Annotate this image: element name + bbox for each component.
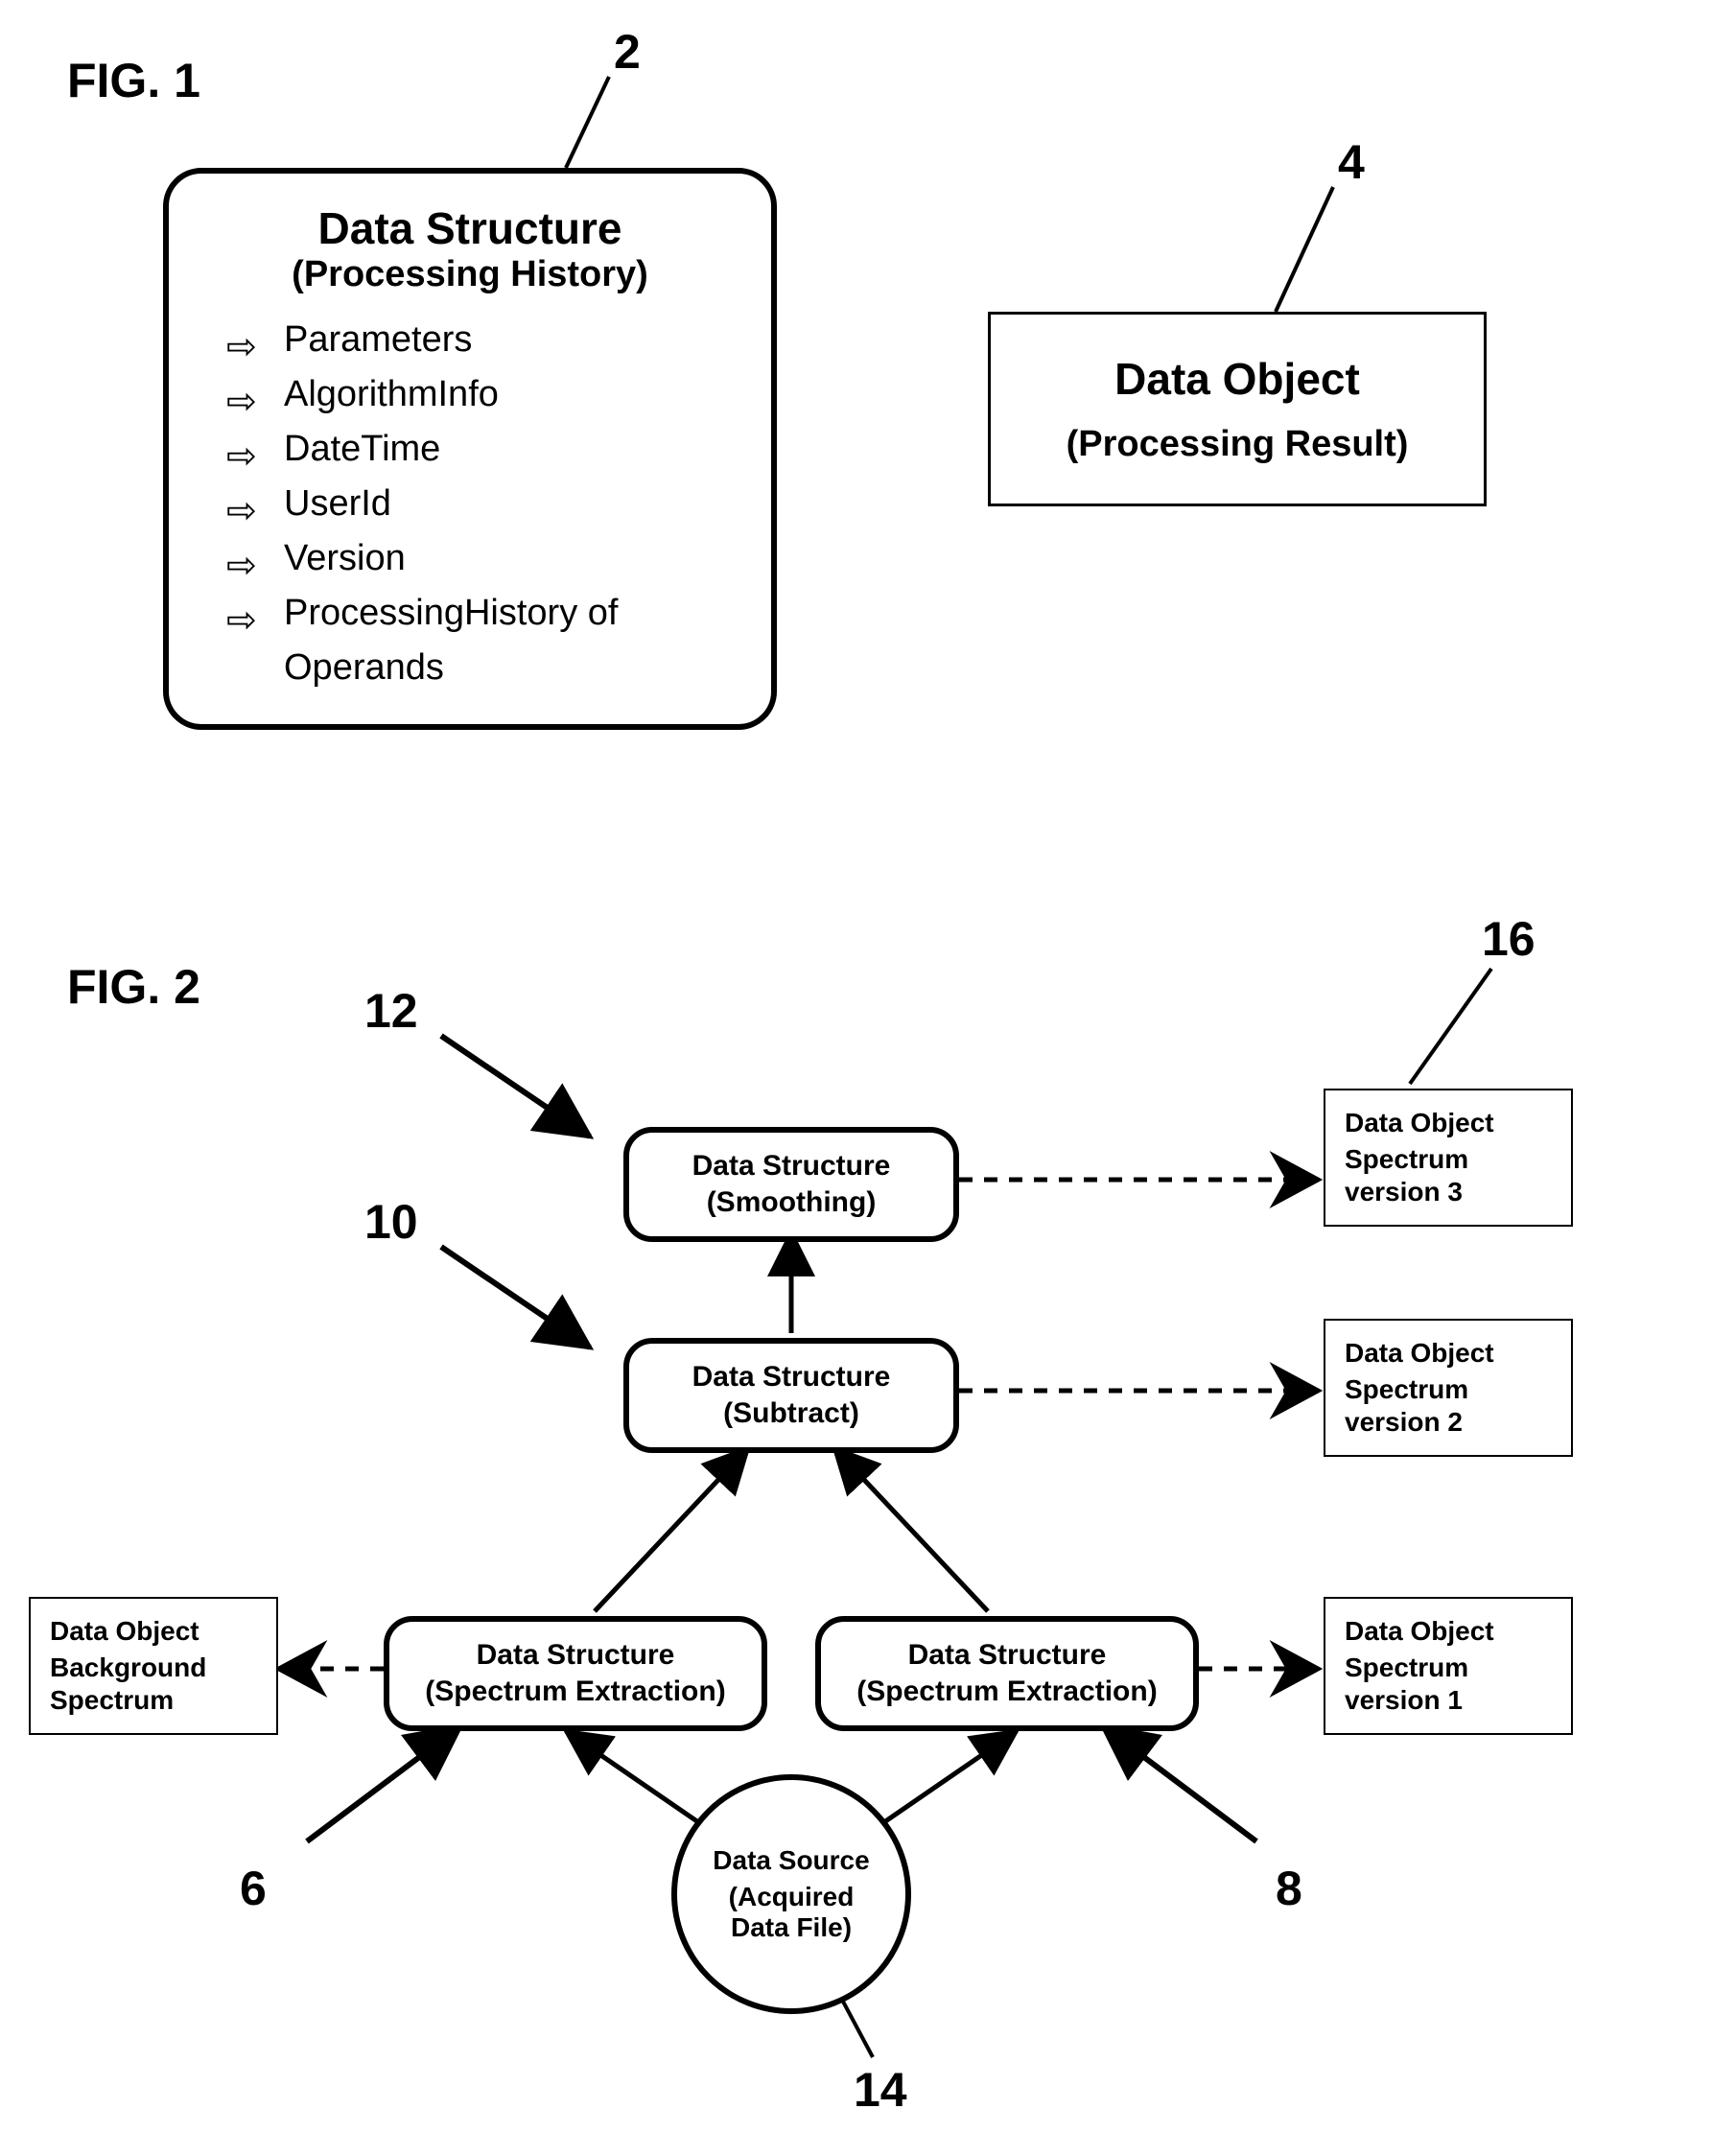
node-object-background: Data Object Background Spectrum	[29, 1597, 278, 1735]
node-object-v1: Data Object Spectrum version 1	[1324, 1597, 1573, 1735]
ref-16: 16	[1482, 911, 1536, 967]
node-data-source: Data Source (Acquired Data File)	[671, 1774, 911, 2014]
node-title: Data Structure	[648, 1150, 934, 1183]
list-item: ⇨ProcessingHistory of Operands	[226, 586, 733, 695]
node-title: Data Source	[713, 1845, 869, 1876]
data-object-box: Data Object (Processing Result)	[988, 312, 1487, 506]
obj-title: Data Object	[1345, 1616, 1552, 1647]
ref-8: 8	[1276, 1861, 1302, 1916]
obj-line3: version 2	[1345, 1407, 1552, 1438]
node-subtitle: (Smoothing)	[648, 1186, 934, 1219]
node-extract-left: Data Structure (Spectrum Extraction)	[384, 1616, 767, 1731]
page: FIG. 1 2 4 Data Structure (Processing Hi…	[0, 0, 1735, 2156]
node-subtitle-line2: Data File)	[731, 1912, 852, 1943]
node-subtitle: (Spectrum Extraction)	[409, 1676, 742, 1708]
list-item: ⇨UserId	[226, 477, 733, 531]
obj-line3: version 3	[1345, 1177, 1552, 1207]
node-title: Data Structure	[840, 1639, 1174, 1672]
ref-14: 14	[854, 2062, 907, 2118]
list-item: ⇨Version	[226, 531, 733, 586]
ref-2: 2	[614, 24, 641, 80]
figure-1-label: FIG. 1	[67, 53, 200, 108]
obj-title: Data Object	[50, 1616, 257, 1647]
obj-title: Data Object	[1345, 1108, 1552, 1138]
figure-2-label: FIG. 2	[67, 959, 200, 1015]
obj-line3: version 1	[1345, 1685, 1552, 1716]
node-subtract: Data Structure (Subtract)	[623, 1338, 959, 1453]
data-structure-title: Data Structure	[207, 202, 733, 254]
data-structure-fields: ⇨Parameters ⇨AlgorithmInfo ⇨DateTime ⇨Us…	[207, 313, 733, 695]
list-item: ⇨DateTime	[226, 422, 733, 477]
obj-title: Data Object	[1345, 1338, 1552, 1369]
ref-10: 10	[364, 1194, 418, 1250]
node-smoothing: Data Structure (Smoothing)	[623, 1127, 959, 1242]
data-structure-box: Data Structure (Processing History) ⇨Par…	[163, 168, 777, 730]
node-subtitle: (Subtract)	[648, 1397, 934, 1430]
obj-line2: Spectrum	[1345, 1374, 1552, 1405]
list-item: ⇨AlgorithmInfo	[226, 367, 733, 422]
obj-line2: Spectrum	[1345, 1652, 1552, 1683]
data-object-title: Data Object	[1020, 353, 1455, 405]
data-object-subtitle: (Processing Result)	[1020, 424, 1455, 465]
data-structure-subtitle: (Processing History)	[207, 254, 733, 295]
bullet-arrow-icon: ⇨	[226, 594, 257, 648]
obj-line3: Spectrum	[50, 1685, 257, 1716]
node-title: Data Structure	[409, 1639, 742, 1672]
obj-line2: Background	[50, 1652, 257, 1683]
ref-6: 6	[240, 1861, 267, 1916]
node-object-v3: Data Object Spectrum version 3	[1324, 1089, 1573, 1227]
ref-4: 4	[1338, 134, 1365, 190]
list-item: ⇨Parameters	[226, 313, 733, 367]
obj-line2: Spectrum	[1345, 1144, 1552, 1175]
node-title: Data Structure	[648, 1361, 934, 1394]
node-subtitle: (Spectrum Extraction)	[840, 1676, 1174, 1708]
node-object-v2: Data Object Spectrum version 2	[1324, 1319, 1573, 1457]
node-subtitle-line1: (Acquired	[729, 1882, 855, 1912]
node-extract-right: Data Structure (Spectrum Extraction)	[815, 1616, 1199, 1731]
ref-12: 12	[364, 983, 418, 1039]
